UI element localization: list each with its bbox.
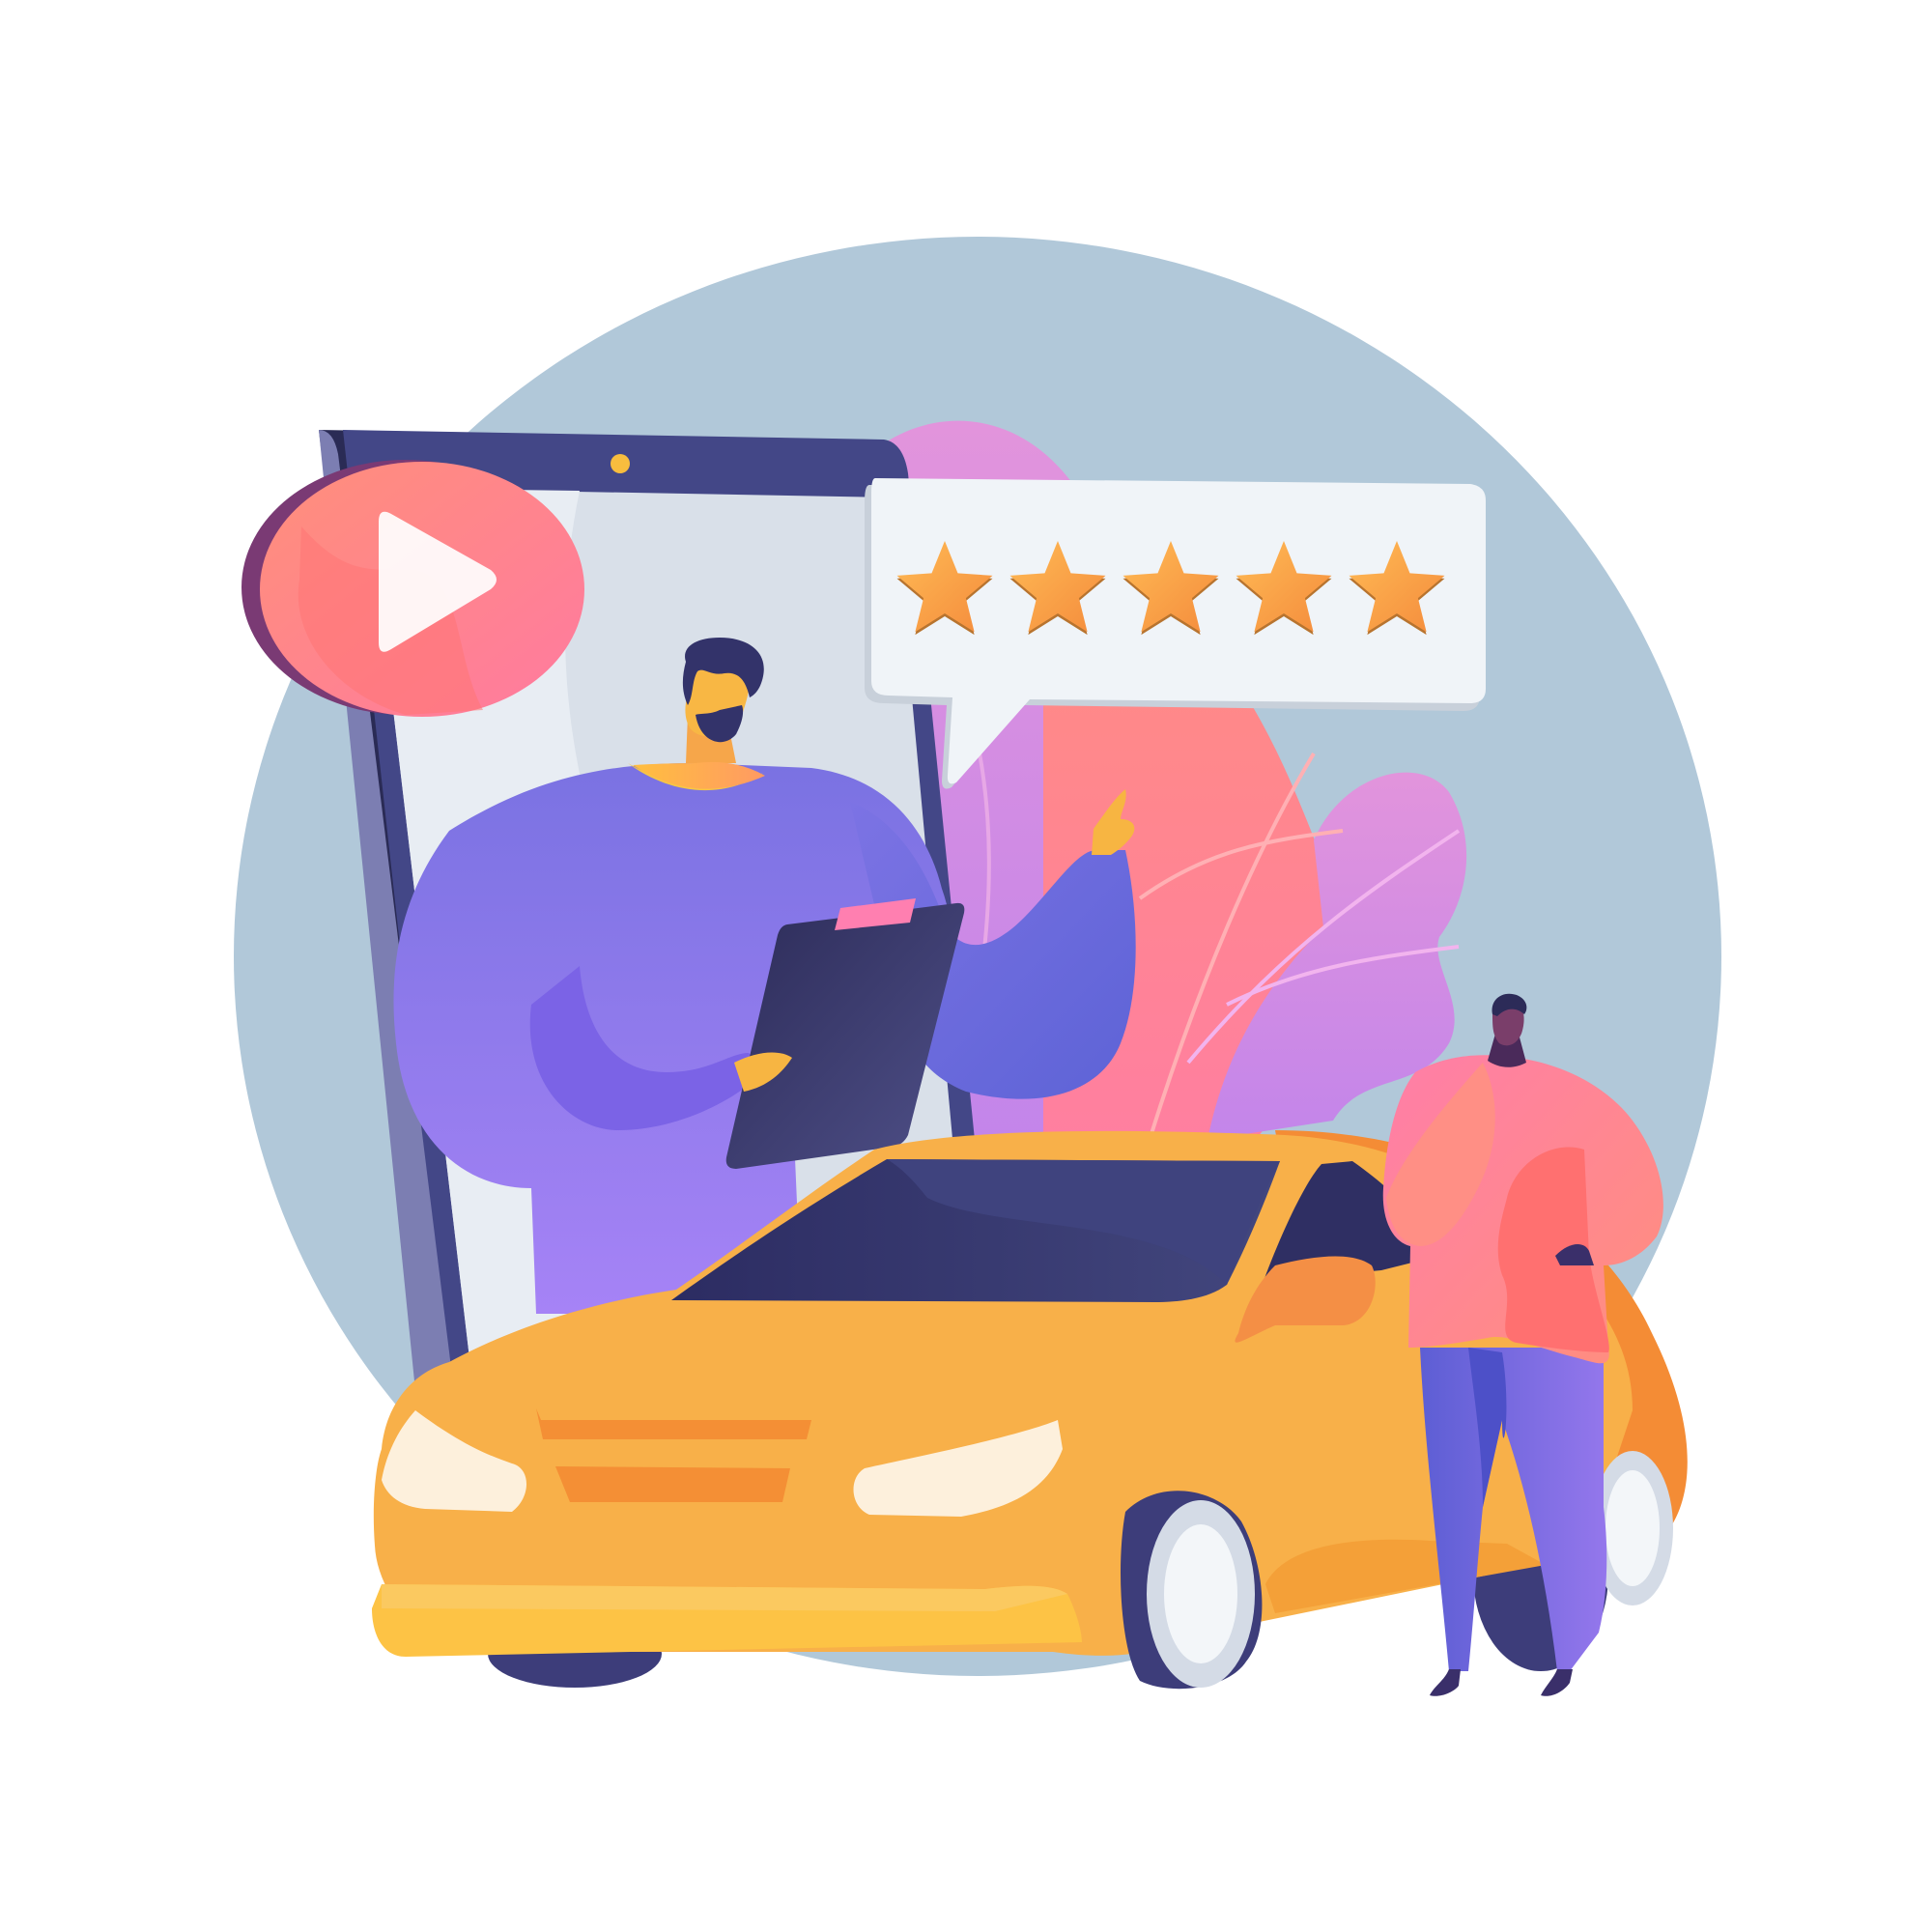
video-play-button[interactable]	[242, 460, 584, 717]
camera-dot	[611, 454, 630, 473]
driving-school-illustration	[0, 0, 1932, 1932]
